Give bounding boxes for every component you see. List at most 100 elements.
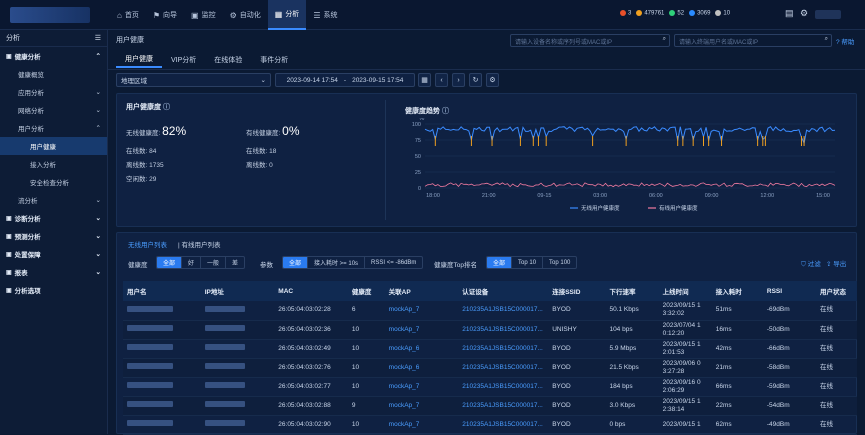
column-header[interactable]: 用户状态 bbox=[816, 281, 857, 301]
table-row[interactable]: 26:05:04:03:02:90 10 mockAp_7 210235A1JSB15… bbox=[123, 415, 857, 435]
table-cell[interactable]: 210235A1JSB15C000017... bbox=[458, 415, 549, 435]
column-header[interactable]: 认证设备 bbox=[458, 281, 549, 301]
tab-wired-users[interactable]: | 有线用户列表 bbox=[178, 239, 221, 249]
column-header[interactable]: RSSI bbox=[762, 281, 817, 301]
filter-button[interactable]: ⛉ 过滤 bbox=[801, 258, 821, 269]
health-filter-group: 全部好一般差 bbox=[156, 256, 246, 269]
nav-item[interactable]: ▦ 分析 bbox=[267, 0, 307, 30]
column-header[interactable]: 连接SSID bbox=[548, 281, 606, 301]
table-cell: 在线 bbox=[816, 339, 857, 359]
search-icon[interactable]: ⌕ bbox=[663, 36, 666, 43]
table-cell[interactable]: mockAp_7 bbox=[384, 320, 459, 340]
table-cell: -59dBm bbox=[762, 377, 817, 397]
sidebar-item[interactable]: 接入分析 bbox=[0, 155, 107, 173]
tab[interactable]: 在线体验 bbox=[205, 52, 251, 68]
settings-icon[interactable]: ⚙ bbox=[486, 73, 499, 87]
sidebar-item[interactable]: ▣ 分析选项 bbox=[0, 281, 107, 299]
table-row[interactable]: 26:05:04:03:02:88 9 mockAp_7 210235A1JSB15C… bbox=[123, 396, 857, 416]
search-icon[interactable]: ⌕ bbox=[825, 36, 828, 43]
nav-item[interactable]: ⌂ 首页 bbox=[110, 0, 146, 30]
sidebar-item[interactable]: 用户健康 bbox=[0, 137, 107, 155]
user-menu[interactable] bbox=[815, 10, 841, 19]
filter-option[interactable]: 差 bbox=[226, 257, 244, 268]
tab-wireless-users[interactable]: 无线用户列表 bbox=[128, 239, 167, 249]
column-header[interactable]: 接入耗时 bbox=[711, 281, 763, 301]
table-cell[interactable]: mockAp_7 bbox=[384, 396, 459, 416]
table-row[interactable]: 26:05:04:03:02:28 6 mockAp_7 210235A1JSB15C… bbox=[123, 301, 857, 321]
sidebar-item[interactable]: 健康概览 bbox=[0, 65, 107, 83]
nav-item[interactable]: ▣ 监控 bbox=[184, 0, 223, 30]
filter-option[interactable]: 全部 bbox=[283, 257, 309, 268]
table-cell bbox=[123, 377, 201, 397]
table-cell[interactable]: 210235A1JSB15C000017... bbox=[458, 396, 549, 416]
table-cell[interactable]: 210235A1JSB15C000017... bbox=[458, 358, 549, 378]
filter-option[interactable]: 全部 bbox=[157, 257, 183, 268]
status-count[interactable]: 3069 bbox=[689, 10, 710, 17]
status-count[interactable]: 479761 bbox=[636, 10, 664, 17]
sidebar-item[interactable]: ▣ 健康分析 ⌃ bbox=[0, 47, 107, 65]
table-cell[interactable]: mockAp_7 bbox=[384, 415, 459, 435]
filter-option[interactable]: 好 bbox=[182, 257, 202, 268]
sidebar-item[interactable]: 用户分析 ⌃ bbox=[0, 119, 107, 137]
refresh-icon[interactable]: ↻ bbox=[469, 73, 482, 87]
sidebar-item[interactable]: ▣ 报表 ⌄ bbox=[0, 263, 107, 281]
table-cell[interactable]: 210235A1JSB15C000017... bbox=[458, 320, 549, 340]
sidebar-item[interactable]: ▣ 诊断分析 ⌄ bbox=[0, 209, 107, 227]
brand-logo bbox=[10, 7, 90, 23]
date-range-picker[interactable]: 2023-09-14 17:54-2023-09-15 17:54 bbox=[275, 73, 415, 87]
device-search-input[interactable]: 请输入设备名称或序列号或MAC或IP ⌕ bbox=[510, 34, 670, 47]
next-button[interactable]: › bbox=[452, 73, 465, 87]
region-select[interactable]: 地理区域 ⌄ bbox=[116, 73, 271, 87]
status-count[interactable]: 10 bbox=[715, 10, 730, 17]
sidebar-item[interactable]: 网络分析 ⌄ bbox=[0, 101, 107, 119]
table-cell[interactable]: 210235A1JSB15C000017... bbox=[458, 301, 549, 321]
table-cell[interactable]: mockAp_7 bbox=[384, 377, 459, 397]
table-cell[interactable]: mockAp_7 bbox=[384, 301, 459, 321]
table-cell[interactable]: mockAp_6 bbox=[384, 358, 459, 378]
sidebar-item[interactable]: 应用分析 ⌄ bbox=[0, 83, 107, 101]
tab[interactable]: 事件分析 bbox=[251, 52, 297, 68]
table-cell[interactable]: 210235A1JSB15C000017... bbox=[458, 339, 549, 359]
status-count[interactable]: 52 bbox=[669, 10, 684, 17]
gear-icon[interactable]: ⚙ bbox=[800, 8, 808, 19]
sidebar-item[interactable]: 安全检查分析 bbox=[0, 173, 107, 191]
filter-option[interactable]: 全部 bbox=[487, 257, 513, 268]
table-row[interactable]: 26:05:04:03:02:76 10 mockAp_6 210235A1JSB15… bbox=[123, 358, 857, 378]
table-cell[interactable]: 210235A1JSB15C000017... bbox=[458, 377, 549, 397]
sidebar-item[interactable]: ▣ 处置保障 ⌄ bbox=[0, 245, 107, 263]
table-cell[interactable]: mockAp_6 bbox=[384, 339, 459, 359]
user-search-input[interactable]: 请输入终端用户名或MAC或IP ⌕ bbox=[674, 34, 832, 47]
filter-option[interactable]: 一般 bbox=[201, 257, 227, 268]
tab[interactable]: VIP分析 bbox=[162, 52, 205, 68]
column-header[interactable]: 上线时间 bbox=[658, 281, 712, 301]
sidebar-item[interactable]: 流分析 ⌄ bbox=[0, 191, 107, 209]
column-header[interactable]: 用户名 bbox=[123, 281, 201, 301]
filter-option[interactable]: Top 10 bbox=[512, 257, 544, 268]
legend-label: 有线用户健康度 bbox=[659, 204, 698, 212]
column-header[interactable]: 关联AP bbox=[384, 281, 459, 301]
table-row[interactable]: 26:05:04:03:02:77 10 mockAp_7 210235A1JSB15… bbox=[123, 377, 857, 397]
column-header[interactable]: IP地址 bbox=[200, 281, 275, 301]
nav-item[interactable]: ⚑ 向导 bbox=[146, 0, 184, 30]
table-row[interactable]: 26:05:04:03:02:49 10 mockAp_6 210235A1JSB15… bbox=[123, 339, 857, 359]
column-header[interactable]: 下行速率 bbox=[605, 281, 659, 301]
help-link[interactable]: ? 帮助 bbox=[836, 36, 854, 46]
tab[interactable]: 用户健康 bbox=[116, 52, 162, 68]
sidebar-item[interactable]: ▣ 预测分析 ⌄ bbox=[0, 227, 107, 245]
table-cell: 0 bps bbox=[605, 415, 659, 435]
filter-option[interactable]: Top 100 bbox=[543, 257, 576, 268]
filter-option[interactable]: 接入耗时 >= 10s bbox=[308, 257, 366, 268]
document-icon[interactable]: ▤ bbox=[785, 8, 794, 19]
table-row[interactable]: 26:05:04:03:02:36 10 mockAp_7 210235A1JSB15… bbox=[123, 320, 857, 340]
nav-item[interactable]: ⚙ 自动化 bbox=[223, 0, 268, 30]
calendar-icon[interactable]: ▦ bbox=[418, 73, 431, 87]
filter-option[interactable]: RSSI <= -86dBm bbox=[365, 257, 422, 268]
column-header[interactable]: MAC bbox=[274, 281, 348, 301]
column-header[interactable]: 健康度 bbox=[347, 281, 385, 301]
nav-item[interactable]: ☰ 系统 bbox=[306, 0, 344, 30]
collapse-icon[interactable]: ☰ bbox=[95, 34, 101, 42]
export-button[interactable]: ⇪ 导出 bbox=[826, 258, 846, 268]
prev-button[interactable]: ‹ bbox=[435, 73, 448, 87]
info-icon: ⓘ bbox=[441, 108, 449, 115]
status-count[interactable]: 3 bbox=[620, 10, 631, 17]
